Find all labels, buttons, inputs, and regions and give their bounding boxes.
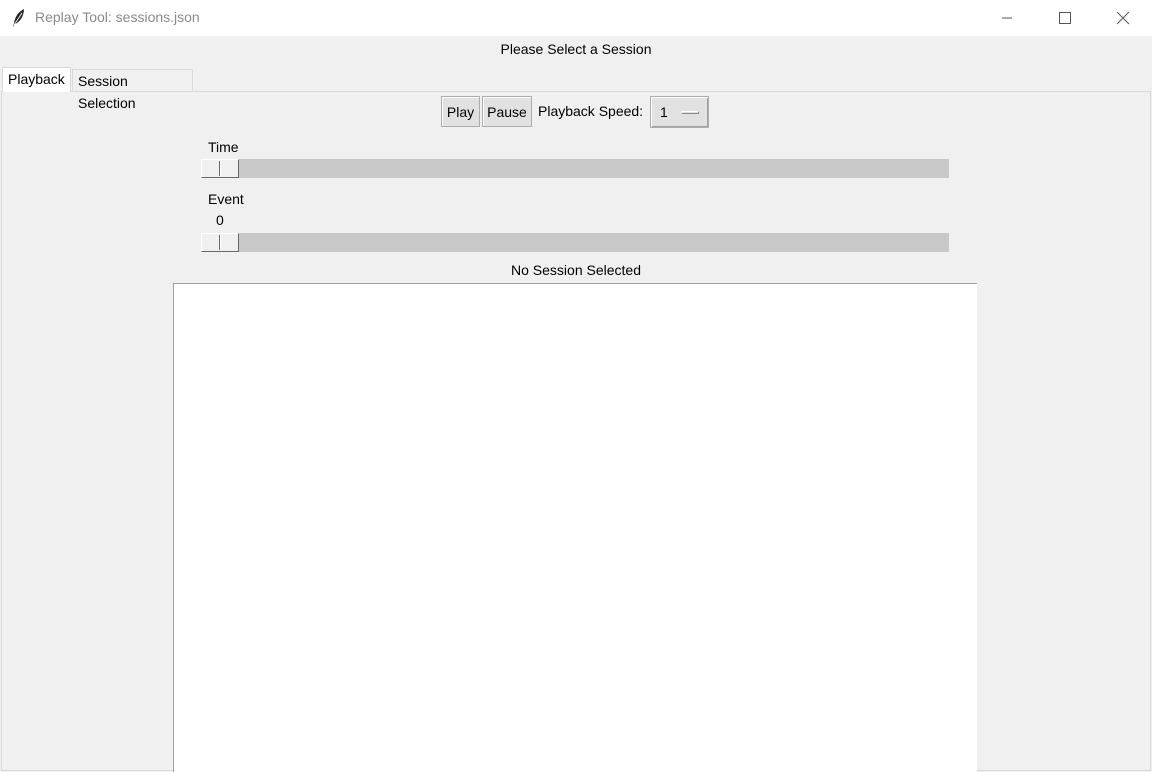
pause-button[interactable]: Pause [482,96,532,127]
time-slider[interactable] [200,158,950,179]
title-bar: Replay Tool: sessions.json [0,0,1152,36]
feather-icon [13,9,24,27]
window-title: Replay Tool: sessions.json [35,9,200,25]
playback-speed-value: 1 [660,104,668,120]
option-menu-indicator-icon [681,111,699,114]
event-slider-handle[interactable] [201,233,239,252]
time-label: Time [208,139,239,155]
event-value: 0 [216,212,224,228]
session-prompt: Please Select a Session [500,41,652,57]
event-label: Event [208,191,244,207]
maximize-button[interactable] [1042,0,1088,36]
play-button[interactable]: Play [441,96,480,127]
minimize-icon [1002,17,1012,19]
close-icon [1116,11,1130,25]
time-slider-handle[interactable] [201,159,239,178]
playback-speed-label: Playback Speed: [538,103,644,119]
playback-speed-select[interactable]: 1 [650,96,709,128]
tab-playback[interactable]: Playback [2,67,71,92]
event-slider[interactable] [200,232,950,253]
minimize-button[interactable] [984,0,1030,36]
maximize-icon [1059,12,1071,24]
tab-session-selection[interactable]: Session Selection [72,69,193,111]
close-button[interactable] [1100,0,1146,36]
replay-canvas[interactable] [173,283,977,772]
session-status: No Session Selected [511,262,641,278]
